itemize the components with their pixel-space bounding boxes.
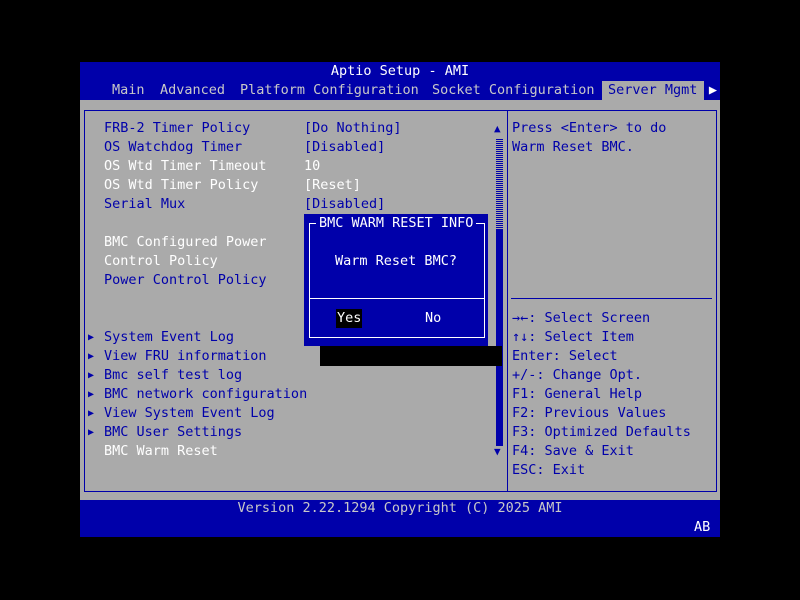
setting-value-frb2-timer-policy[interactable]: [Do Nothing] xyxy=(304,119,402,138)
key-legend-item: F3: Optimized Defaults xyxy=(512,424,691,440)
key-legend-item: ↑↓: Select Item xyxy=(512,329,634,345)
key-legend-item: F4: Save & Exit xyxy=(512,443,634,459)
footer-corner-code: AB xyxy=(694,519,711,535)
key-legend-item: F1: General Help xyxy=(512,386,643,402)
tab-advanced[interactable]: Advanced xyxy=(154,81,231,100)
submenu-bmc-network-configuration[interactable]: BMC network configuration xyxy=(104,385,307,404)
setting-value-os-wtd-timer-policy: [Reset] xyxy=(304,177,361,193)
dialog-message: Warm Reset BMC? xyxy=(335,253,457,269)
setting-label-frb2-timer-policy[interactable]: FRB-2 Timer Policy xyxy=(104,119,250,138)
submenu-arrow-icon: ▶ xyxy=(88,332,95,343)
scrollbar-thumb[interactable] xyxy=(496,230,503,446)
dialog-shadow xyxy=(320,346,502,366)
help-text-line-2: Warm Reset BMC. xyxy=(512,139,634,155)
power-control-policy-item[interactable]: Power Control Policy xyxy=(104,271,267,290)
bmc-configured-power-label: BMC Configured Power xyxy=(104,234,267,250)
submenu-arrow-icon: ▶ xyxy=(88,351,95,362)
scroll-down-arrow-icon[interactable]: ▼ xyxy=(494,446,501,458)
dialog-yes-button[interactable]: Yes xyxy=(336,309,363,328)
submenu-arrow-icon: ▶ xyxy=(88,389,95,400)
setting-value-os-watchdog-timer[interactable]: [Disabled] xyxy=(304,138,385,157)
help-text-line-1: Press <Enter> to do xyxy=(512,120,667,136)
setting-label-serial-mux[interactable]: Serial Mux xyxy=(104,195,185,214)
setting-label-os-watchdog-timer[interactable]: OS Watchdog Timer xyxy=(104,138,242,157)
dialog-no-button[interactable]: No xyxy=(424,309,442,328)
setting-value-serial-mux[interactable]: [Disabled] xyxy=(304,195,385,214)
window-title: Aptio Setup - AMI xyxy=(330,63,470,79)
key-legend-item: →←: Select Screen xyxy=(512,310,651,326)
setting-label-os-wtd-timer-policy: OS Wtd Timer Policy xyxy=(104,177,259,193)
submenu-view-system-event-log[interactable]: View System Event Log xyxy=(104,404,275,423)
submenu-arrow-icon: ▶ xyxy=(88,427,95,438)
setting-label-os-wtd-timer-timeout: OS Wtd Timer Timeout xyxy=(104,158,267,174)
footer-version: Version 2.22.1294 Copyright (C) 2025 AMI xyxy=(237,500,563,516)
key-legend-item: F2: Previous Values xyxy=(512,405,667,421)
submenu-arrow-icon: ▶ xyxy=(88,408,95,419)
submenu-bmc-self-test-log[interactable]: Bmc self test log xyxy=(104,366,242,385)
setting-value-os-wtd-timer-timeout: 10 xyxy=(304,158,321,174)
scroll-up-arrow-icon[interactable]: ▲ xyxy=(494,123,501,135)
control-policy-label: Control Policy xyxy=(104,253,218,269)
tab-main[interactable]: Main xyxy=(106,81,151,100)
tab-platform-configuration[interactable]: Platform Configuration xyxy=(234,81,425,100)
tab-socket-configuration[interactable]: Socket Configuration xyxy=(426,81,601,100)
submenu-system-event-log[interactable]: System Event Log xyxy=(104,328,234,347)
dialog-title: BMC WARM RESET INFO xyxy=(316,214,477,233)
bmc-warm-reset-item[interactable]: BMC Warm Reset xyxy=(104,442,218,461)
dialog-divider xyxy=(309,298,484,299)
key-select-screen-arrows-icon: →← xyxy=(512,310,529,326)
help-divider xyxy=(511,298,712,299)
tab-server-mgmt[interactable]: Server Mgmt xyxy=(602,81,704,100)
key-legend-item: ESC: Exit xyxy=(512,462,586,478)
submenu-arrow-icon: ▶ xyxy=(88,370,95,381)
key-legend-item: Enter: Select xyxy=(512,348,618,364)
key-legend-item: +/-: Change Opt. xyxy=(512,367,643,383)
submenu-view-fru-information[interactable]: View FRU information xyxy=(104,347,267,366)
key-select-item-arrows-icon: ↑↓ xyxy=(512,329,529,345)
tab-more-arrow-icon[interactable]: ▶ xyxy=(706,81,720,100)
submenu-bmc-user-settings[interactable]: BMC User Settings xyxy=(104,423,242,442)
